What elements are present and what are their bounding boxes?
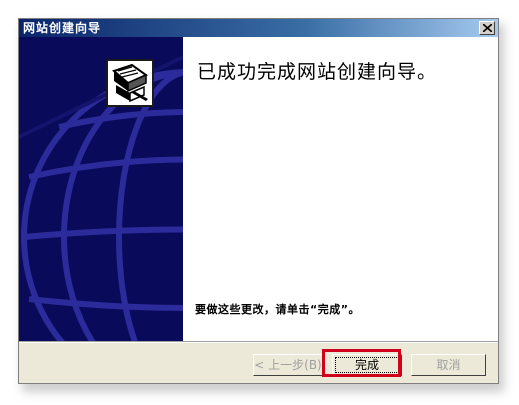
button-divider xyxy=(19,341,498,343)
completion-heading: 已成功完成网站创建向导。 xyxy=(197,61,438,83)
window-title: 网站创建向导 xyxy=(23,21,102,35)
finish-instruction: 要做这些更改，请单击“完成”。 xyxy=(195,303,360,316)
cancel-button[interactable]: 取消 xyxy=(411,354,486,376)
website-wizard-dialog: 网站创建向导 已成功完成网站创建向导。 要做这些更改，请单击“完成”。 < 上一… xyxy=(18,18,499,384)
close-icon xyxy=(483,24,492,32)
wizard-content: 已成功完成网站创建向导。 要做这些更改，请单击“完成”。 xyxy=(183,37,498,341)
close-button[interactable] xyxy=(479,21,495,35)
finish-button-highlight xyxy=(322,349,401,377)
title-bar[interactable]: 网站创建向导 xyxy=(19,19,498,37)
wizard-banner xyxy=(19,37,183,341)
globe-graphic xyxy=(19,55,183,341)
website-wizard-icon xyxy=(106,59,154,107)
back-button[interactable]: < 上一步(B) xyxy=(253,354,323,376)
